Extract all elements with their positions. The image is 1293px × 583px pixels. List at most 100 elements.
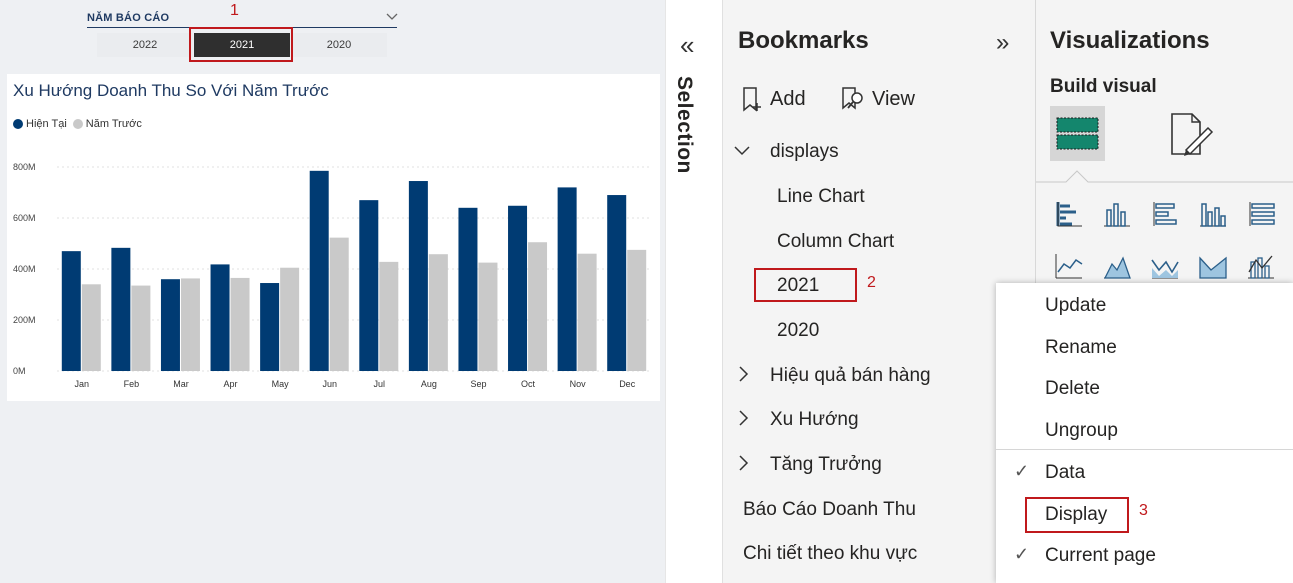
bar-current (557, 187, 577, 371)
bookmarks-pane: Bookmarks » Add View displays Line Chart… (722, 0, 1035, 583)
stacked-bar-icon[interactable] (1052, 198, 1086, 232)
add-bookmark-label: Add (770, 87, 806, 110)
annotation-number-3: 3 (1139, 502, 1148, 519)
chevron-right-icon[interactable] (737, 365, 749, 383)
bar-current (508, 205, 528, 371)
menu-separator (996, 449, 1293, 450)
bar-current (260, 283, 280, 371)
annotation-number-1: 1 (230, 2, 239, 19)
selection-pane: « Selection (665, 0, 722, 583)
menu-item-update[interactable]: Update (1045, 295, 1106, 317)
bar-previous (478, 262, 498, 371)
check-icon: ✓ (1014, 461, 1030, 481)
year-button-2020[interactable]: 2020 (291, 33, 387, 57)
x-tick-label: Apr (224, 379, 238, 389)
x-tick-label: Jun (322, 379, 337, 389)
bookmark-item-line-chart[interactable]: Line Chart (777, 186, 865, 208)
format-visual-icon[interactable] (1166, 110, 1214, 160)
x-tick-label: Oct (521, 379, 536, 389)
menu-item-current-page[interactable]: Current page (1045, 545, 1156, 567)
line-chart-icon[interactable] (1052, 250, 1086, 284)
x-tick-label: Nov (570, 379, 587, 389)
bookmark-group-hieu-qua[interactable]: Hiệu quả bán hàng (770, 365, 931, 387)
bookmark-group-tang-truong[interactable]: Tăng Trưởng (770, 454, 882, 476)
add-bookmark-button[interactable]: Add (740, 86, 806, 112)
view-bookmark-icon (842, 87, 863, 110)
annotation-box-3 (1025, 497, 1129, 533)
selection-pane-label[interactable]: Selection (672, 76, 696, 174)
x-tick-label: Jan (75, 379, 90, 389)
bookmark-item-column-chart[interactable]: Column Chart (777, 231, 894, 253)
bar-current (309, 170, 329, 371)
bar-current (61, 251, 81, 371)
bookmark-item-bao-cao[interactable]: Báo Cáo Doanh Thu (743, 499, 916, 521)
build-visual-tab[interactable] (1050, 106, 1105, 161)
chevron-down-icon[interactable] (733, 144, 751, 158)
bar-previous (329, 237, 349, 371)
clustered-bar-icon[interactable] (1148, 198, 1182, 232)
bar-previous (230, 277, 250, 371)
area-chart-icon[interactable] (1100, 250, 1134, 284)
x-tick-label: Aug (421, 379, 437, 389)
menu-item-ungroup[interactable]: Ungroup (1045, 420, 1118, 442)
percent-bar-icon[interactable] (1244, 198, 1278, 232)
y-tick-label: 600M (13, 213, 36, 223)
year-slicer-title: NĂM BÁO CÁO (87, 12, 170, 24)
expand-pane-icon[interactable]: » (996, 29, 1009, 57)
check-icon: ✓ (1014, 544, 1030, 564)
clustered-column-icon[interactable] (1196, 198, 1230, 232)
annotation-number-2: 2 (867, 274, 876, 291)
bar-current (111, 247, 131, 371)
x-tick-label: Jul (374, 379, 386, 389)
bar-current (458, 207, 478, 371)
stacked-column-icon[interactable] (1100, 198, 1134, 232)
bar-previous (180, 278, 200, 371)
bar-current (359, 200, 379, 371)
bar-current (607, 195, 627, 371)
view-bookmark-button[interactable]: View (840, 86, 915, 112)
ribbon-chart-icon[interactable] (1196, 250, 1230, 284)
tab-pointer (1036, 170, 1293, 183)
build-visual-label: Build visual (1050, 76, 1157, 97)
x-tick-label: Feb (124, 379, 140, 389)
annotation-box-2 (754, 268, 857, 302)
menu-item-rename[interactable]: Rename (1045, 337, 1117, 359)
bar-chart-plot: 0M 200M 400M 600M 800M Jan Feb Mar Apr May Jun Jul A… (13, 162, 652, 389)
chevron-right-icon[interactable] (737, 454, 749, 472)
x-tick-label: May (272, 379, 290, 389)
y-tick-label: 400M (13, 264, 36, 274)
x-tick-label: Sep (470, 379, 486, 389)
bar-previous (528, 242, 548, 371)
visualizations-title: Visualizations (1050, 27, 1210, 54)
bar-current (160, 279, 180, 371)
bookmark-group-xu-huong[interactable]: Xu Hướng (770, 409, 859, 431)
table-visual-icon (1056, 117, 1099, 150)
chevron-down-icon[interactable] (385, 12, 399, 22)
bar-previous (280, 267, 300, 371)
bookmark-item-chi-tiet[interactable]: Chi tiết theo khu vực (743, 543, 917, 565)
bar-previous (131, 285, 151, 371)
x-tick-label: Dec (619, 379, 636, 389)
bookmark-group-displays[interactable]: displays (770, 141, 839, 163)
line-column-icon[interactable] (1244, 250, 1278, 284)
report-canvas: NĂM BÁO CÁO 2022 2021 2020 1 Xu Hướng Do… (0, 0, 665, 583)
menu-item-data[interactable]: Data (1045, 462, 1085, 484)
view-bookmark-label: View (872, 87, 915, 110)
y-tick-label: 0M (13, 366, 26, 376)
bookmarks-title: Bookmarks (738, 27, 869, 54)
year-button-2022[interactable]: 2022 (97, 33, 193, 57)
revenue-trend-chart[interactable]: Xu Hướng Doanh Thu So Với Năm Trước Hiện… (7, 74, 660, 401)
y-tick-label: 800M (13, 162, 36, 172)
bar-current (408, 181, 428, 371)
bar-previous (577, 253, 597, 371)
bookmark-item-2020[interactable]: 2020 (777, 320, 819, 342)
stacked-area-icon[interactable] (1148, 250, 1182, 284)
menu-item-delete[interactable]: Delete (1045, 378, 1100, 400)
collapse-pane-icon[interactable]: « (680, 30, 694, 61)
bar-previous (428, 254, 448, 371)
add-bookmark-icon (743, 87, 761, 112)
x-tick-label: Mar (173, 379, 189, 389)
chevron-right-icon[interactable] (737, 409, 749, 427)
annotation-box-1 (189, 27, 293, 62)
bar-previous (627, 249, 647, 371)
